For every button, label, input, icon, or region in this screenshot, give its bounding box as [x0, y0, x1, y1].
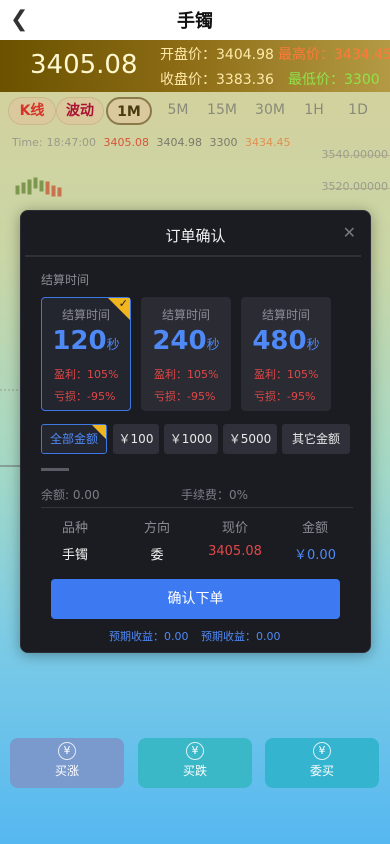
expected-profit-text: 预期收益：0.00 [201, 630, 281, 643]
yen-icon: ¥ [186, 742, 204, 760]
entrust-button[interactable]: ¥ 委买 [265, 738, 379, 788]
amount-all-button[interactable]: 全部金额 [41, 424, 107, 454]
selected-check-icon: ✓ [108, 297, 130, 320]
settlement-time-label: 结算时间 [41, 273, 90, 287]
selected-check-icon [92, 425, 106, 439]
order-product: 手镯 [61, 548, 88, 563]
amount-5000-button[interactable]: ￥5000 [223, 424, 277, 454]
col-header-direction: 方向 [143, 521, 170, 536]
time-option-480[interactable]: 结算时间 480秒 盈利：105% 亏损：-95% [241, 297, 331, 411]
col-header-price: 现价 [221, 521, 248, 536]
amount-100-button[interactable]: ￥100 [113, 424, 159, 454]
close-icon[interactable]: ✕ [343, 223, 356, 242]
col-header-product: 品种 [61, 521, 88, 536]
fee-text: 手续费：0% [181, 488, 249, 502]
yen-icon: ¥ [58, 742, 76, 760]
amount-slider-handle[interactable] [41, 468, 69, 471]
buy-down-button[interactable]: ¥ 买跌 [138, 738, 252, 788]
yen-icon: ¥ [313, 742, 331, 760]
order-confirm-modal: 订单确认 ✕ 结算时间 结算时间 120秒 盈利：105% 亏损：-95% ✓ … [20, 210, 371, 653]
buy-up-button[interactable]: ¥ 买涨 [10, 738, 124, 788]
divider [41, 507, 353, 508]
divider [25, 255, 361, 257]
order-amount: ￥0.00 [294, 548, 336, 563]
balance-text: 余额: 0.00 [41, 488, 100, 502]
time-option-240[interactable]: 结算时间 240秒 盈利：105% 亏损：-95% [141, 297, 231, 411]
expected-profit-text: 预期收益：0.00 [109, 630, 189, 643]
confirm-order-button[interactable]: 确认下单 [51, 579, 340, 619]
amount-other-button[interactable]: 其它金额 [282, 424, 350, 454]
order-price: 3405.08 [208, 544, 262, 559]
col-header-amount: 金额 [301, 521, 328, 536]
order-direction: 委 [150, 548, 164, 563]
time-option-120[interactable]: 结算时间 120秒 盈利：105% 亏损：-95% ✓ [41, 297, 131, 411]
amount-1000-button[interactable]: ￥1000 [164, 424, 218, 454]
modal-title: 订单确认 [165, 227, 226, 245]
